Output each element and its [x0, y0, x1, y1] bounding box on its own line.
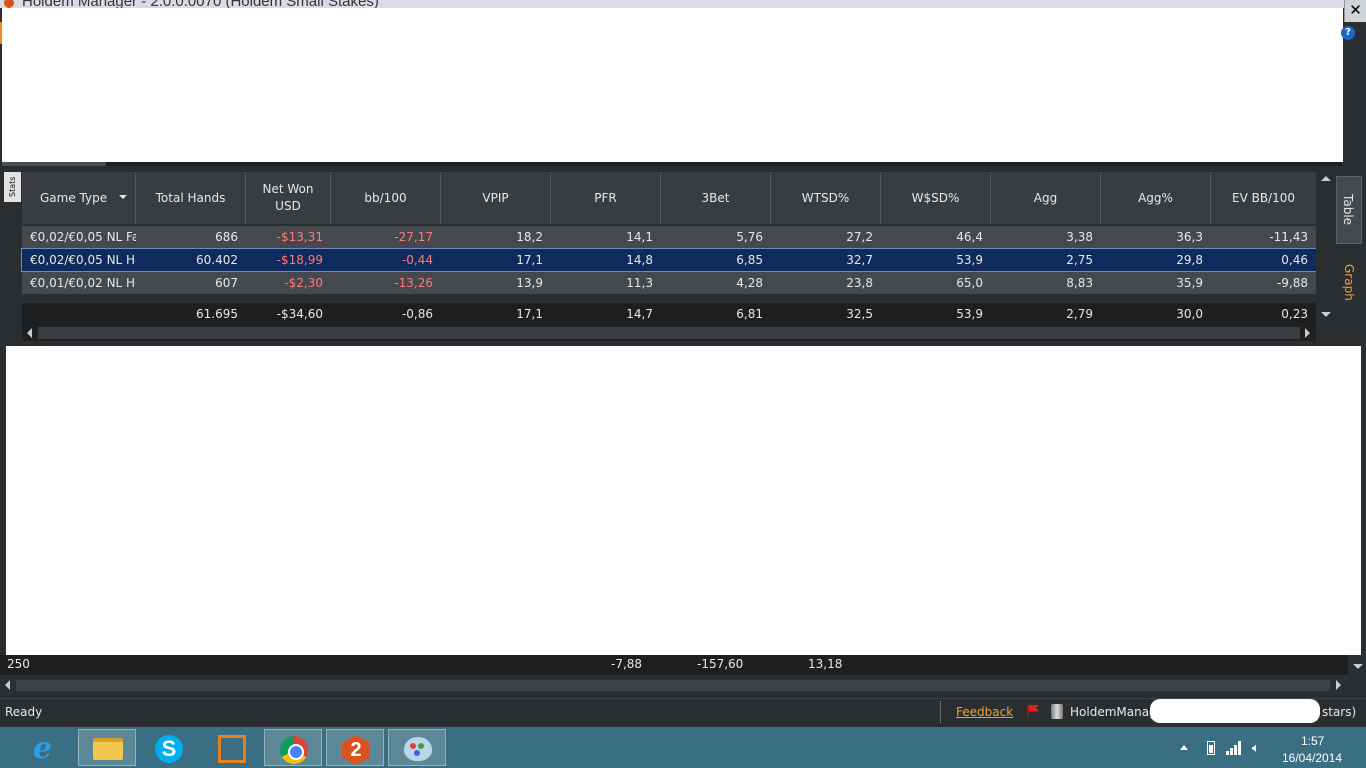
status-bar: Ready Feedback HoldemManag stars)	[0, 698, 1366, 726]
clock-date[interactable]: 16/04/2014	[1282, 751, 1342, 765]
graph-value-1: -7,88	[611, 657, 643, 671]
dropdown-arrow-icon[interactable]	[119, 195, 127, 199]
scroll-track[interactable]	[38, 327, 1300, 339]
tab-table[interactable]: Table	[1336, 176, 1362, 244]
close-button[interactable]: ✕	[1344, 0, 1366, 22]
column-header-vpip[interactable]: VPIP	[441, 172, 551, 224]
internet-explorer-icon: e	[33, 731, 53, 766]
folder-icon	[93, 738, 123, 760]
column-header-game-type[interactable]: Game Type	[22, 172, 136, 224]
paint-palette-icon	[404, 737, 432, 761]
system-tray: 🔈︎ 1:57 16/04/2014	[1176, 727, 1366, 768]
column-header-3bet[interactable]: 3Bet	[661, 172, 771, 224]
scroll-right-icon[interactable]	[1305, 328, 1310, 338]
taskbar-chrome[interactable]	[264, 729, 322, 766]
holdem-manager-icon: 2	[342, 735, 370, 765]
column-header-wsd[interactable]: W$SD%	[881, 172, 991, 224]
scroll-down-icon[interactable]	[1353, 664, 1363, 669]
window-title: Holdem Manager - 2.0.0.0070 (Holdem Smal…	[22, 0, 379, 8]
graph-value-3: 13,18	[808, 657, 843, 671]
graph-summary-row: 250 -7,88 -157,60 13,18	[0, 655, 1350, 675]
scroll-track[interactable]	[16, 680, 1330, 691]
taskbar-file-explorer[interactable]	[78, 729, 136, 766]
table-row[interactable]: €0,02/€0,05 NL Fa 686 -$13,31 -27,17 18,…	[22, 226, 1316, 248]
table-row[interactable]: €0,01/€0,02 NL Hc 607 -$2,30 -13,26 13,9…	[22, 272, 1316, 294]
office-icon	[218, 735, 246, 763]
taskbar-office[interactable]	[202, 729, 260, 766]
taskbar-internet-explorer[interactable]: e	[16, 729, 74, 766]
graph-vertical-scrollbar[interactable]	[1348, 655, 1366, 677]
database-icon	[1051, 704, 1063, 719]
scroll-right-icon[interactable]	[1336, 680, 1341, 690]
graph-horizontal-scrollbar[interactable]	[0, 678, 1350, 693]
column-header-bb100[interactable]: bb/100	[331, 172, 441, 224]
scroll-up-icon[interactable]	[1321, 176, 1331, 181]
taskbar-holdem-manager[interactable]: 2	[326, 729, 384, 766]
tab-graph[interactable]: Graph	[1336, 248, 1362, 316]
status-text: Ready	[5, 705, 43, 719]
taskbar-paint[interactable]	[388, 729, 446, 766]
scroll-left-icon[interactable]	[27, 328, 32, 338]
table-header: Game Type Total Hands Net Won USD bb/100…	[22, 172, 1316, 224]
column-header-total-hands[interactable]: Total Hands	[136, 172, 246, 224]
graph-hands: 250	[7, 657, 30, 671]
network-signal-icon[interactable]	[1226, 741, 1242, 755]
column-header-net-won[interactable]: Net Won USD	[246, 172, 331, 224]
column-header-wtsd[interactable]: WTSD%	[771, 172, 881, 224]
redacted-region-top	[2, 8, 1343, 162]
splitter-bar[interactable]	[2, 162, 1342, 166]
table-row-selected[interactable]: €0,02/€0,05 NL Hc 60.402 -$18,99 -0,44 1…	[21, 248, 1317, 272]
volume-icon[interactable]: 🔈︎	[1252, 741, 1260, 756]
totals-row: 61.695 -$34,60 -0,86 17,1 14,7 6,81 32,5…	[22, 303, 1316, 325]
scroll-down-icon[interactable]	[1321, 312, 1331, 317]
column-header-ev-bb100[interactable]: EV BB/100	[1211, 172, 1316, 224]
stats-side-tab[interactable]: Stats	[4, 172, 21, 202]
battery-icon[interactable]	[1207, 741, 1215, 755]
status-suffix: stars)	[1322, 705, 1357, 719]
skype-icon: S	[155, 735, 183, 763]
help-icon[interactable]: ?	[1341, 26, 1355, 40]
column-header-pfr[interactable]: PFR	[551, 172, 661, 224]
chrome-icon	[280, 736, 308, 764]
feedback-link[interactable]: Feedback	[956, 705, 1013, 719]
status-divider	[940, 701, 941, 723]
redacted-region-status	[1150, 699, 1320, 723]
table-horizontal-scrollbar[interactable]	[22, 325, 1316, 341]
flag-icon[interactable]	[1027, 705, 1039, 718]
taskbar: e S 2	[0, 727, 1366, 768]
view-tabs: Table Graph	[1334, 172, 1362, 344]
scroll-left-icon[interactable]	[5, 680, 10, 690]
graph-value-2: -157,60	[697, 657, 744, 671]
app-icon	[4, 0, 14, 8]
redacted-region-graph	[6, 346, 1361, 655]
table-vertical-scrollbar[interactable]	[1316, 172, 1334, 324]
column-header-agg[interactable]: Agg	[991, 172, 1101, 224]
column-header-agg-pct[interactable]: Agg%	[1101, 172, 1211, 224]
show-hidden-icons-icon[interactable]	[1180, 745, 1188, 750]
title-bar: Holdem Manager - 2.0.0.0070 (Holdem Smal…	[0, 0, 1366, 8]
taskbar-skype[interactable]: S	[140, 729, 198, 766]
clock-time[interactable]: 1:57	[1301, 734, 1324, 748]
database-name: HoldemManag	[1070, 705, 1157, 719]
